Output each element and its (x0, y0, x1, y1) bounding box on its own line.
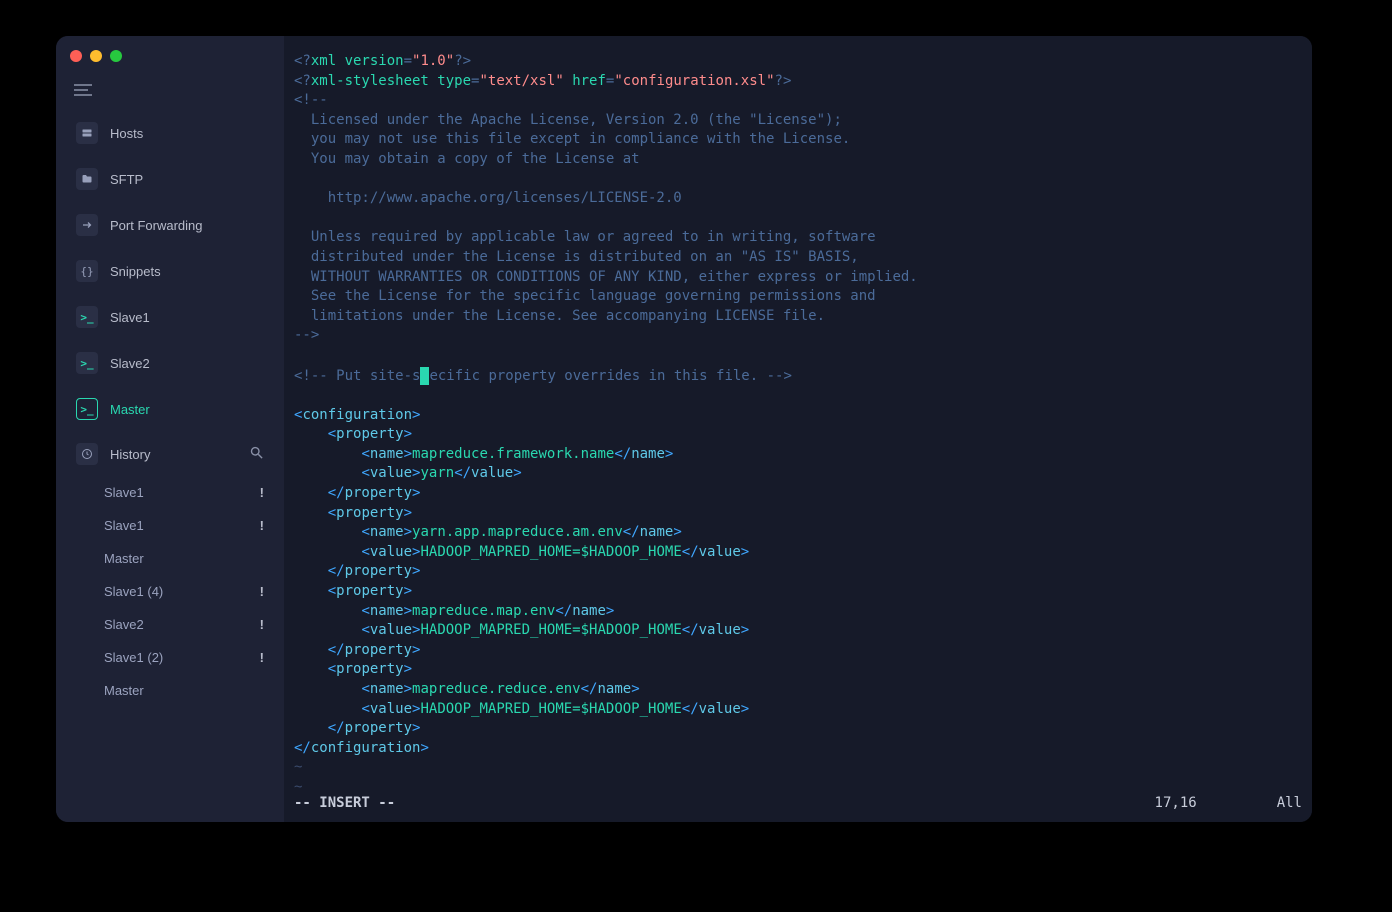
terminal-icon: >_ (76, 306, 98, 328)
history-item[interactable]: Slave2 ! (56, 608, 284, 641)
license-line: You may obtain a copy of the License at (294, 151, 640, 167)
window-controls (56, 36, 284, 76)
scroll-indicator: All (1277, 794, 1302, 814)
prop-value: yarn (420, 465, 454, 481)
history-item[interactable]: Slave1 ! (56, 509, 284, 542)
sidebar-item-label: Port Forwarding (110, 218, 264, 233)
sidebar: Hosts SFTP Port Forwarding {} Snippets >… (56, 36, 284, 822)
sidebar-item-slave1[interactable]: >_ Slave1 (62, 296, 278, 338)
xml-version: 1.0 (420, 53, 445, 69)
app-window: Hosts SFTP Port Forwarding {} Snippets >… (56, 36, 1312, 822)
license-line: WITHOUT WARRANTIES OR CONDITIONS OF ANY … (294, 269, 918, 285)
prop-name: yarn.app.mapreduce.am.env (412, 524, 623, 540)
license-line: http://www.apache.org/licenses/LICENSE-2… (294, 190, 682, 206)
license-line: limitations under the License. See accom… (294, 308, 825, 324)
history-item[interactable]: Slave1 (4) ! (56, 575, 284, 608)
sidebar-item-history[interactable]: History (62, 434, 278, 474)
hosts-icon (76, 122, 98, 144)
history-item-label: Slave1 (4) (104, 584, 163, 599)
sidebar-item-slave2[interactable]: >_ Slave2 (62, 342, 278, 384)
alert-icon: ! (260, 584, 270, 599)
prop-value: HADOOP_MAPRED_HOME=$HADOOP_HOME (420, 701, 681, 717)
prop-value: HADOOP_MAPRED_HOME=$HADOOP_HOME (420, 544, 681, 560)
sidebar-item-label: Snippets (110, 264, 264, 279)
history-item-label: Slave1 (2) (104, 650, 163, 665)
prop-name: mapreduce.framework.name (412, 446, 614, 462)
license-line: Unless required by applicable law or agr… (294, 229, 876, 245)
history-item-label: Master (104, 683, 144, 698)
license-line: distributed under the License is distrib… (294, 249, 859, 265)
maximize-window-button[interactable] (110, 50, 122, 62)
license-line: See the License for the specific languag… (294, 288, 876, 304)
forward-icon (76, 214, 98, 236)
terminal-icon: >_ (76, 398, 98, 420)
override-comment-before: <!-- Put site-s (294, 368, 420, 384)
vim-statusbar: -- INSERT -- 17,16 All (294, 794, 1302, 814)
history-icon (76, 443, 98, 465)
minimize-window-button[interactable] (90, 50, 102, 62)
prop-name: mapreduce.reduce.env (412, 681, 581, 697)
sidebar-item-label: History (110, 447, 237, 462)
prop-value: HADOOP_MAPRED_HOME=$HADOOP_HOME (420, 622, 681, 638)
history-item[interactable]: Slave1 (2) ! (56, 641, 284, 674)
alert-icon: ! (260, 617, 270, 632)
alert-icon: ! (260, 518, 270, 533)
history-item-label: Slave2 (104, 617, 144, 632)
history-item[interactable]: Master (56, 542, 284, 575)
license-line: you may not use this file except in comp… (294, 131, 850, 147)
history-item[interactable]: Master (56, 674, 284, 707)
terminal-icon: >_ (76, 352, 98, 374)
sidebar-item-hosts[interactable]: Hosts (62, 112, 278, 154)
sidebar-item-snippets[interactable]: {} Snippets (62, 250, 278, 292)
sidebar-item-label: Slave2 (110, 356, 264, 371)
braces-icon: {} (76, 260, 98, 282)
alert-icon: ! (260, 650, 270, 665)
vim-mode: -- INSERT -- (294, 794, 395, 814)
cursor-position: 17,16 (1155, 794, 1197, 814)
sidebar-item-master[interactable]: >_ Master (62, 388, 278, 430)
sidebar-item-sftp[interactable]: SFTP (62, 158, 278, 200)
alert-icon: ! (260, 485, 270, 500)
cursor (420, 367, 429, 385)
sidebar-item-label: Slave1 (110, 310, 264, 325)
menu-button[interactable] (56, 76, 284, 110)
sidebar-item-label: Master (110, 402, 264, 417)
xsl-type: text/xsl (488, 73, 555, 89)
history-item-label: Slave1 (104, 518, 144, 533)
sidebar-item-port-forwarding[interactable]: Port Forwarding (62, 204, 278, 246)
editor-pane[interactable]: <?xml version="1.0"?> <?xml-stylesheet t… (284, 36, 1312, 822)
folder-icon (76, 168, 98, 190)
license-line: Licensed under the Apache License, Versi… (294, 112, 842, 128)
history-item[interactable]: Slave1 ! (56, 476, 284, 509)
history-item-label: Master (104, 551, 144, 566)
close-window-button[interactable] (70, 50, 82, 62)
sidebar-item-label: SFTP (110, 172, 264, 187)
search-icon[interactable] (249, 445, 264, 463)
sidebar-item-label: Hosts (110, 126, 264, 141)
xsl-href: configuration.xsl (623, 73, 766, 89)
history-item-label: Slave1 (104, 485, 144, 500)
prop-name: mapreduce.map.env (412, 603, 555, 619)
override-comment-after: ecific property overrides in this file. … (429, 368, 791, 384)
